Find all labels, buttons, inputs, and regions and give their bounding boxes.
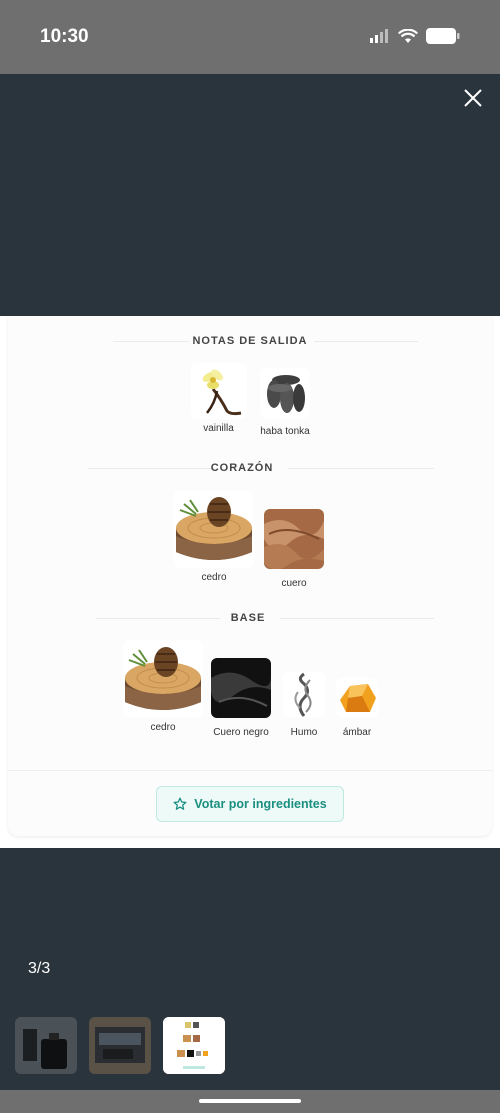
star-icon — [173, 797, 187, 810]
close-icon[interactable] — [462, 87, 484, 109]
note-cedro[interactable]: cedro — [174, 490, 254, 583]
note-label: Humo — [290, 727, 318, 738]
note-cedro-base[interactable]: cedro — [123, 640, 203, 733]
note-humo[interactable]: Humo — [278, 672, 330, 738]
thumbnail-3-active[interactable] — [163, 1017, 225, 1074]
status-time: 10:30 — [40, 26, 89, 47]
tonka-bean-image — [260, 368, 310, 418]
notes-card: NOTAS DE SALIDA vainilla haba tonka CORA… — [8, 316, 492, 836]
home-indicator[interactable] — [199, 1099, 301, 1103]
leather-image — [264, 509, 324, 569]
section-title-top-notes: NOTAS DE SALIDA — [192, 335, 308, 347]
note-label: Cuero negro — [213, 727, 269, 738]
note-label: cedro — [201, 572, 227, 583]
note-label: vainilla — [203, 423, 234, 434]
note-cuero-negro[interactable]: Cuero negro — [208, 658, 274, 738]
status-bar: 10:30 — [0, 0, 500, 74]
section-title-heart-notes: CORAZÓN — [210, 462, 274, 474]
signal-icon — [370, 29, 388, 43]
note-label: haba tonka — [260, 426, 310, 437]
note-cuero[interactable]: cuero — [264, 509, 324, 589]
image-counter: 3/3 — [28, 960, 51, 977]
cedar-image — [174, 490, 254, 568]
black-leather-image — [211, 658, 271, 718]
cedar-image — [123, 640, 203, 718]
vanilla-image — [190, 363, 247, 419]
wifi-icon — [398, 28, 418, 43]
smoke-image — [282, 672, 326, 718]
vote-ingredients-button[interactable]: Votar por ingredientes — [156, 786, 344, 822]
note-vainilla[interactable]: vainilla — [190, 363, 247, 434]
home-indicator-bar — [0, 1090, 500, 1113]
note-label: cuero — [281, 578, 307, 589]
amber-image — [336, 678, 378, 718]
note-haba-tonka[interactable]: haba tonka — [257, 368, 313, 437]
section-title-base-notes: BASE — [230, 612, 266, 624]
thumbnail-2[interactable] — [89, 1017, 151, 1074]
battery-icon — [426, 28, 460, 44]
note-label: cedro — [150, 722, 176, 733]
thumbnail-1[interactable] — [15, 1017, 77, 1074]
note-label: ámbar — [342, 727, 372, 738]
image-viewer-content: NOTAS DE SALIDA vainilla haba tonka CORA… — [0, 316, 500, 848]
vote-button-label: Votar por ingredientes — [194, 797, 327, 811]
note-ambar[interactable]: ámbar — [334, 678, 380, 738]
card-divider — [8, 770, 492, 771]
status-icons — [370, 28, 460, 44]
